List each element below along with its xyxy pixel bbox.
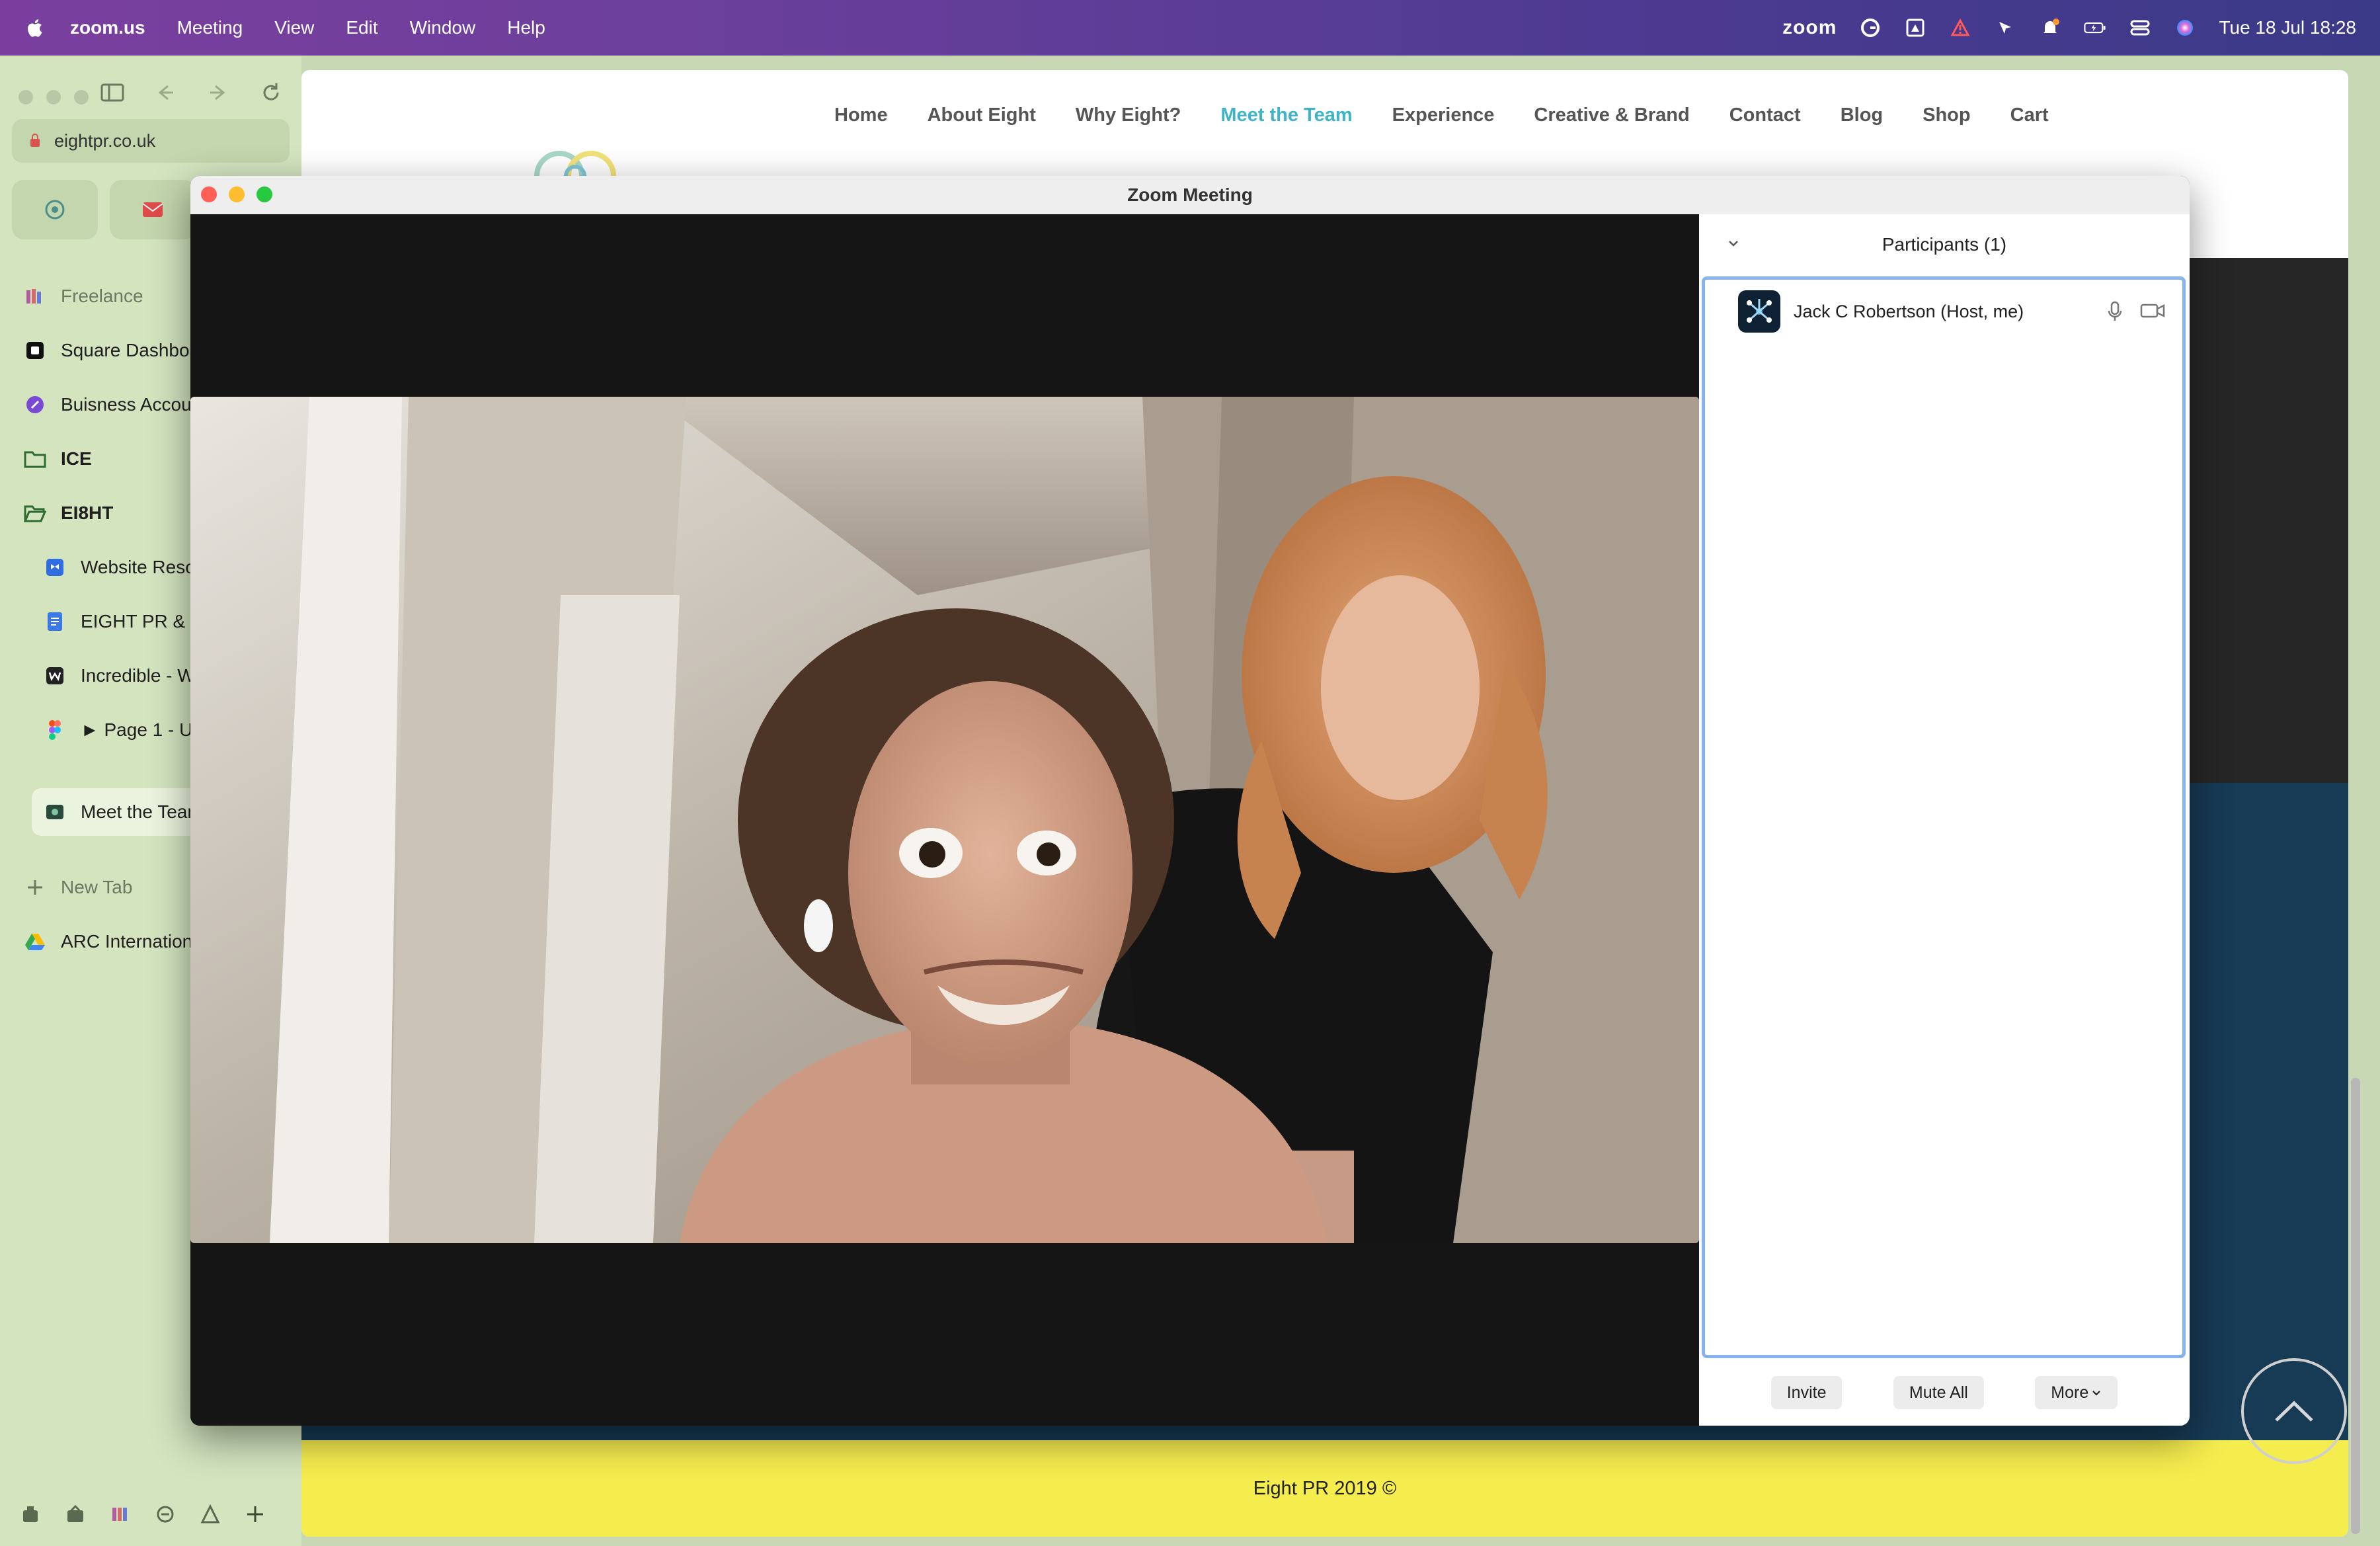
notification-icon[interactable] [2039,17,2061,39]
site-info-icon[interactable] [29,132,41,148]
add-space-icon[interactable] [245,1504,266,1525]
url-text: eightpr.co.uk [54,130,156,151]
menu-window[interactable]: Window [410,17,476,38]
space-icon-2[interactable] [155,1504,176,1525]
menu-bar: zoom.us Meeting View Edit Window Help zo… [0,0,2380,56]
folder-open-icon [24,502,46,524]
nav-contact[interactable]: Contact [1729,104,1801,126]
participants-list: Jack C Robertson (Host, me) [1702,276,2186,1358]
site-icon [44,801,66,823]
participant-video[interactable] [190,397,1699,1243]
pinned-tab-mail[interactable] [110,180,196,239]
books-icon [24,285,46,307]
menu-help[interactable]: Help [507,17,545,38]
browser-window-controls [19,90,89,104]
chevron-up-icon [2275,1401,2313,1422]
clock[interactable]: Tue 18 Jul 18:28 [2219,17,2356,38]
url-bar[interactable]: eightpr.co.uk [12,119,290,163]
site-navigation: Home About Eight Why Eight? Meet the Tea… [834,104,2049,126]
pinned-tabs [12,180,196,239]
menu-view[interactable]: View [274,17,314,38]
archive-icon[interactable] [20,1504,41,1525]
app-menu-zoom[interactable]: zoom.us [70,17,145,38]
grammarly-icon[interactable] [1859,17,1882,39]
sidebar-footer [20,1504,266,1525]
nav-creative-brand[interactable]: Creative & Brand [1534,104,1689,126]
nav-about-eight[interactable]: About Eight [928,104,1036,126]
chatgpt-icon [45,200,65,220]
nav-experience[interactable]: Experience [1392,104,1495,126]
participants-title: Participants (1) [1882,234,2007,255]
nav-meet-the-team[interactable]: Meet the Team [1220,104,1352,126]
invite-button[interactable]: Invite [1770,1376,1843,1409]
chevron-down-small-icon [2092,1391,2101,1396]
footer-copyright: Eight PR 2019 © [1253,1477,1397,1499]
reload-icon[interactable] [258,79,284,106]
nav-why-eight[interactable]: Why Eight? [1076,104,1181,126]
battery-icon[interactable] [2084,17,2106,39]
nav-shop[interactable]: Shop [1923,104,1971,126]
siri-icon[interactable] [2174,17,2196,39]
zoom-tray-logo[interactable]: zoom [1782,17,1837,39]
space-icon-1[interactable] [65,1504,86,1525]
link-icon [24,393,46,416]
more-button[interactable]: More [2035,1376,2118,1409]
video-camera-icon[interactable] [2140,302,2165,319]
plus-icon [24,876,46,899]
participant-name: Jack C Robertson (Host, me) [1794,301,2024,321]
zoom-window-controls [201,186,272,202]
forward-icon[interactable] [205,79,231,106]
folder-icon [24,448,46,470]
back-icon[interactable] [152,79,178,106]
menu-edit[interactable]: Edit [346,17,377,38]
pinned-tab-chatgpt[interactable] [12,180,98,239]
warning-icon[interactable] [1949,17,1971,39]
avatar [1738,290,1780,333]
mail-icon [142,202,163,217]
apple-icon[interactable] [25,17,44,38]
participants-actions: Invite Mute All More [1699,1360,2190,1426]
nav-home[interactable]: Home [834,104,888,126]
sidebar-toggle-icon[interactable] [99,79,126,106]
minimize-button[interactable] [46,90,61,104]
dropbox-icon [44,556,66,579]
video-feed-image [190,397,1699,1243]
zoom-maximize-button[interactable] [257,186,272,202]
zoom-button[interactable] [74,90,89,104]
drive-icon [24,930,46,953]
browser-nav [99,79,284,106]
zoom-minimize-button[interactable] [229,186,245,202]
zoom-meeting-window: Zoom Meeting Participants (1) Jack C Rob… [190,176,2190,1426]
zoom-close-button[interactable] [201,186,217,202]
close-button[interactable] [19,90,33,104]
chevron-down-icon[interactable] [1726,235,1741,251]
site-footer: Eight PR 2019 © [301,1440,2348,1537]
scroll-to-top-button[interactable] [2241,1358,2347,1464]
mute-all-button[interactable]: Mute All [1893,1376,1984,1409]
control-center-icon[interactable] [2129,17,2151,39]
video-area [190,214,1699,1426]
docs-icon [44,610,66,633]
drive-tray-icon[interactable] [1904,17,1926,39]
webflow-icon [44,665,66,687]
zoom-window-title: Zoom Meeting [1127,184,1253,205]
participant-row[interactable]: Jack C Robertson (Host, me) [1705,280,2182,343]
menu-meeting[interactable]: Meeting [177,17,243,38]
space-icon-3[interactable] [200,1504,221,1525]
microphone-icon[interactable] [2107,301,2123,322]
cursor-tray-icon[interactable] [1994,17,2016,39]
participants-header: Participants (1) [1699,214,2190,275]
square-icon [24,339,46,362]
figma-icon [44,719,66,741]
zoom-title-bar[interactable]: Zoom Meeting [190,176,2190,214]
nav-blog[interactable]: Blog [1841,104,1883,126]
nav-cart[interactable]: Cart [2010,104,2049,126]
books-space-icon[interactable] [110,1504,131,1525]
participants-panel: Participants (1) Jack C Robertson (Host,… [1699,214,2190,1426]
page-scrollbar[interactable] [2351,1078,2360,1534]
more-button-label: More [2051,1383,2089,1402]
